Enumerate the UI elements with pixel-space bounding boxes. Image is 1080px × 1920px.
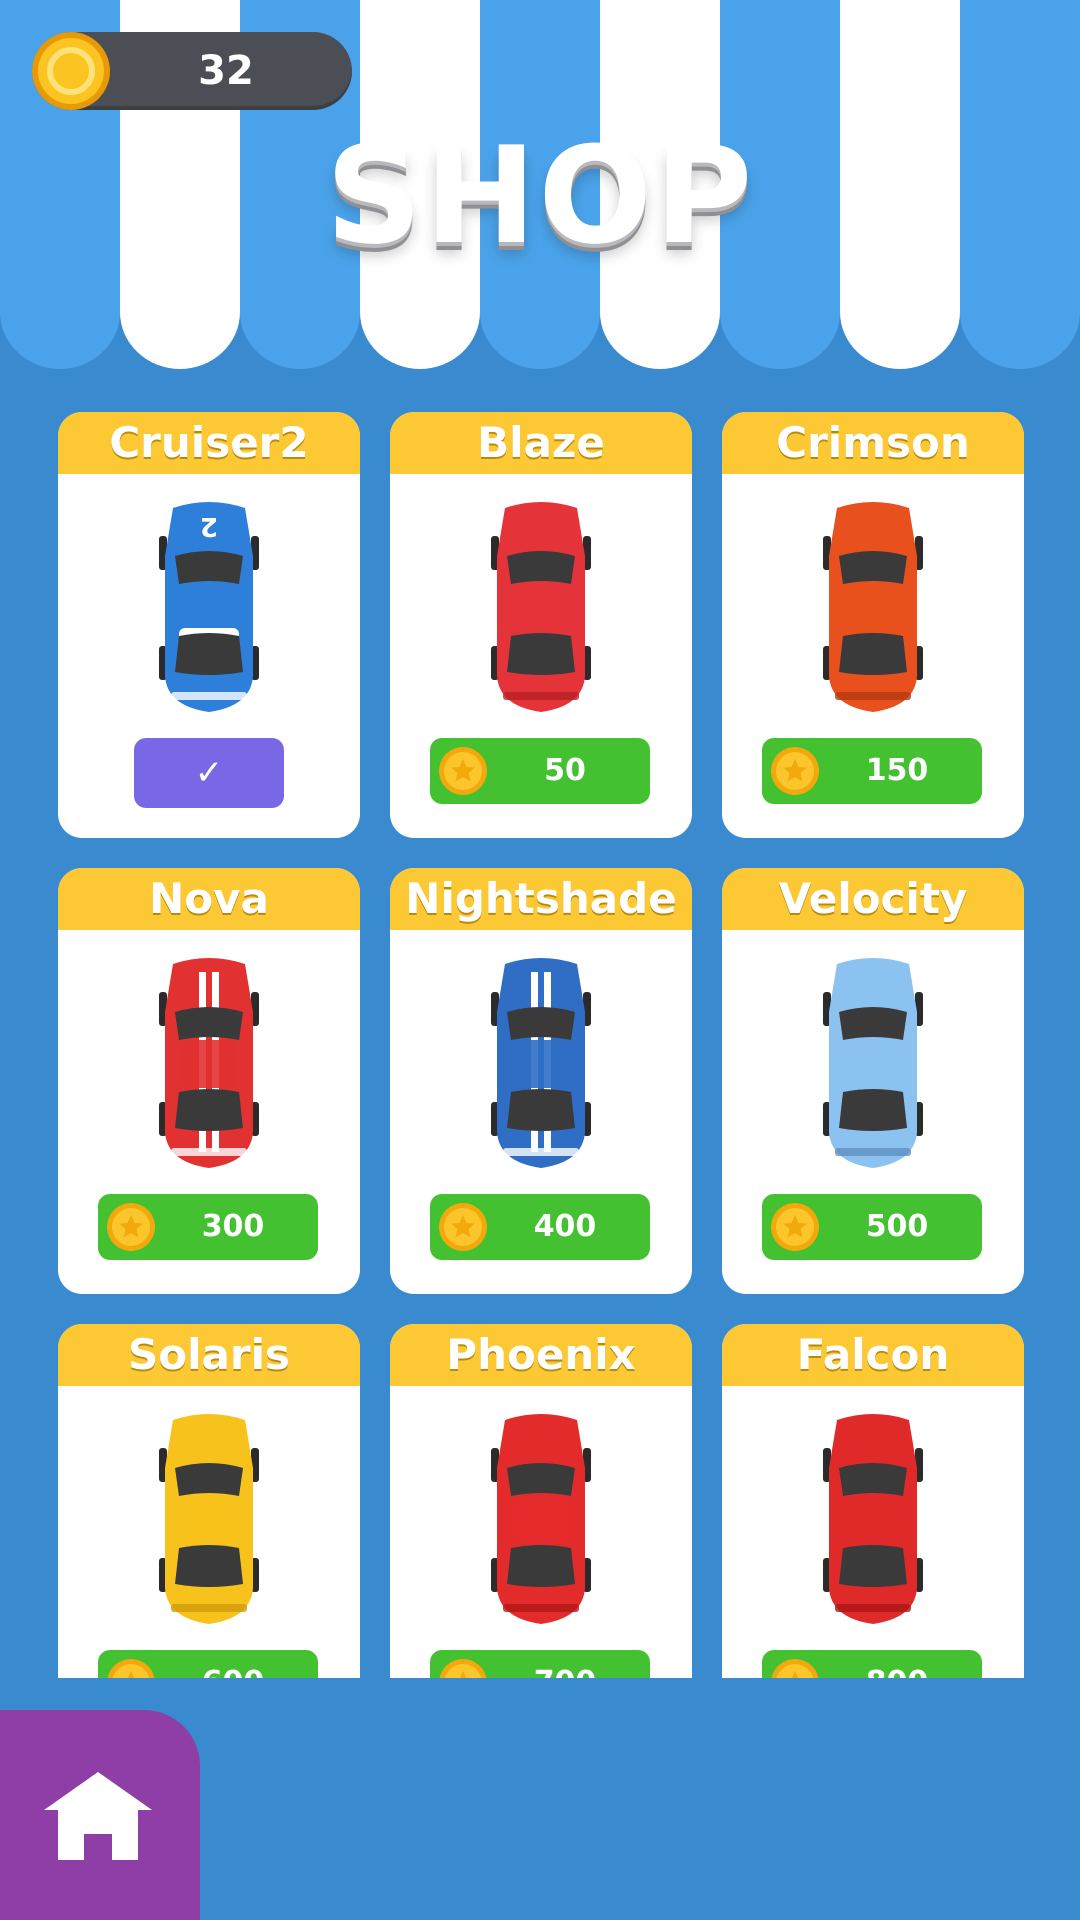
buy-button[interactable]: 50 xyxy=(430,738,650,804)
car-image xyxy=(149,952,269,1172)
car-image xyxy=(813,952,933,1172)
car-name: Nova xyxy=(58,868,360,930)
car-card-blaze[interactable]: Blaze 50 xyxy=(390,412,692,838)
buy-button[interactable]: 800 xyxy=(762,1650,982,1678)
price-label: 700 xyxy=(490,1650,640,1678)
car-card-falcon[interactable]: Falcon 800 xyxy=(722,1324,1024,1678)
car-card-crimson[interactable]: Crimson 150 xyxy=(722,412,1024,838)
price-label: 150 xyxy=(865,753,929,788)
car-image xyxy=(813,1408,933,1628)
buy-button[interactable]: 150 xyxy=(762,738,982,804)
car-name: Crimson xyxy=(722,412,1024,474)
car-name: Falcon xyxy=(722,1324,1024,1386)
car-name: Velocity xyxy=(722,868,1024,930)
star-coin-icon xyxy=(771,1659,819,1678)
price-label: 600 xyxy=(158,1650,308,1678)
shop-title: SHOP xyxy=(325,118,755,274)
star-coin-icon xyxy=(439,1659,487,1678)
car-name: Cruiser2 xyxy=(58,412,360,474)
car-card-nova[interactable]: Nova 300 xyxy=(58,868,360,1294)
price-label: 500 xyxy=(865,1209,929,1244)
car-name: Solaris xyxy=(58,1324,360,1386)
star-coin-icon xyxy=(771,747,819,795)
gold-coin-icon xyxy=(32,32,110,110)
buy-button[interactable]: 400 xyxy=(430,1194,650,1260)
owned-checkmark-button[interactable]: ✓ xyxy=(134,738,284,808)
car-name: Nightshade xyxy=(390,868,692,930)
star-coin-icon xyxy=(771,1203,819,1251)
car-card-velocity[interactable]: Velocity 500 xyxy=(722,868,1024,1294)
car-card-solaris[interactable]: Solaris 600 xyxy=(58,1324,360,1678)
car-image xyxy=(481,496,601,716)
car-card-phoenix[interactable]: Phoenix 700 xyxy=(390,1324,692,1678)
home-icon xyxy=(44,1772,152,1860)
car-image xyxy=(813,496,933,716)
car-image xyxy=(149,1408,269,1628)
checkmark-icon: ✓ xyxy=(194,753,224,793)
car-card-cruiser2[interactable]: Cruiser2 2 ✓ xyxy=(58,412,360,838)
star-coin-icon xyxy=(107,1203,155,1251)
svg-text:2: 2 xyxy=(200,511,218,541)
buy-button[interactable]: 500 xyxy=(762,1194,982,1260)
coin-count: 32 xyxy=(198,48,254,94)
car-image xyxy=(481,952,601,1172)
star-coin-icon xyxy=(439,747,487,795)
price-label: 400 xyxy=(533,1209,597,1244)
buy-button[interactable]: 300 xyxy=(98,1194,318,1260)
car-name: Phoenix xyxy=(390,1324,692,1386)
star-coin-icon xyxy=(439,1203,487,1251)
buy-button[interactable]: 700 xyxy=(430,1650,650,1678)
car-grid: Cruiser2 2 ✓ Blaze 50 Crimson 150 Nova 3… xyxy=(0,410,1080,1678)
coin-counter: 32 xyxy=(32,32,352,110)
home-button[interactable] xyxy=(0,1710,200,1920)
car-card-nightshade[interactable]: Nightshade 400 xyxy=(390,868,692,1294)
car-image xyxy=(481,1408,601,1628)
car-name: Blaze xyxy=(390,412,692,474)
car-image: 2 xyxy=(149,496,269,716)
buy-button[interactable]: 600 xyxy=(98,1650,318,1678)
price-label: 300 xyxy=(201,1209,265,1244)
price-label: 50 xyxy=(544,753,586,788)
star-coin-icon xyxy=(107,1659,155,1678)
price-label: 800 xyxy=(822,1650,972,1678)
